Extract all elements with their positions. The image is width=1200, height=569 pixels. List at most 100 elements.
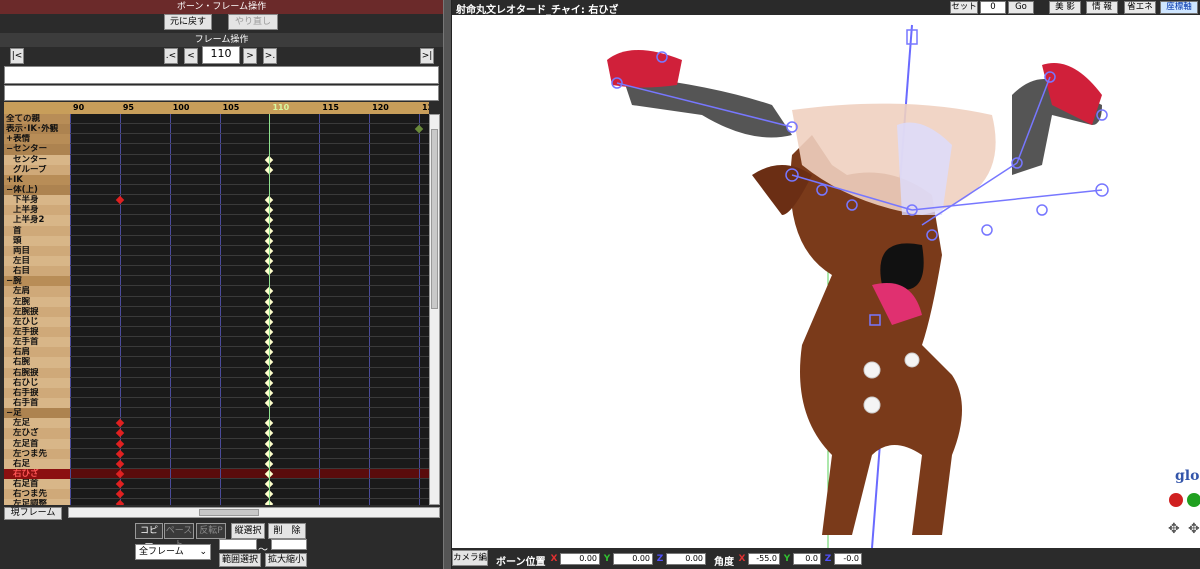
keyframe-track[interactable] [70,408,429,419]
keyframe-track[interactable] [70,255,429,267]
bone-label[interactable]: 右足首 [4,479,70,490]
timeline-row[interactable]: −腕 [4,276,429,287]
timeline-row[interactable]: 左手捩 [4,326,429,338]
timeline-row[interactable]: 首 [4,225,429,236]
keyframe-track[interactable] [70,428,429,439]
keyframe-marker-red[interactable] [115,469,125,479]
bone-label[interactable]: 左足調整 [4,499,70,505]
panel-divider[interactable] [443,0,452,569]
bone-label[interactable]: 首 [4,225,70,236]
keyframe-track[interactable] [70,184,429,196]
timeline-row[interactable]: 右ひじ [4,377,429,388]
bone-label[interactable]: グルーブ [4,164,70,175]
timeline-row[interactable]: 右手首 [4,397,429,409]
move-icon[interactable]: ✥ [1168,521,1180,537]
timeline-row[interactable]: +表情 [4,134,429,145]
timeline-row[interactable]: 左ひじ [4,316,429,327]
keyframe-track[interactable] [70,114,429,125]
prev-keyframe-button[interactable]: .< [164,48,178,64]
timeline-row[interactable]: 表示･IK･外観 [4,124,429,135]
keyframe-track[interactable] [70,337,429,348]
timeline-row[interactable]: 右足首 [4,479,429,490]
rot-z-field[interactable]: -0.0 [834,553,862,565]
bone-label[interactable]: 上半身2 [4,215,70,226]
bone-label[interactable]: 左目 [4,255,70,267]
bone-label[interactable]: +IK [4,174,70,185]
keyframe-track[interactable] [70,195,429,206]
timeline-row[interactable]: 左腕 [4,296,429,307]
timeline-row[interactable]: センター [4,154,429,165]
undo-button[interactable]: 元に戻す [164,14,212,30]
bone-label[interactable]: 右ひじ [4,377,70,388]
keyframe-marker-red[interactable] [115,479,125,489]
keyframe-track[interactable] [70,296,429,307]
timeline-row[interactable]: 全ての親 [4,114,429,125]
timeline-row[interactable]: 左肩 [4,286,429,297]
bone-label[interactable]: 左腕捩 [4,306,70,317]
redo-button[interactable]: やり直し [228,14,278,30]
bone-label[interactable]: 右腕捩 [4,367,70,378]
bone-label[interactable]: 表示･IK･外観 [4,124,70,135]
frame-number-input[interactable]: 110 [202,46,240,64]
keyframe-track[interactable] [70,458,429,469]
copy-button[interactable]: コピー [135,523,163,550]
timeline-row[interactable]: +IK [4,174,429,185]
keyframe-marker-red[interactable] [115,429,125,438]
bone-label[interactable]: 両目 [4,245,70,256]
bone-label[interactable]: −センター [4,144,70,155]
rot-y-field[interactable]: 0.0 [793,553,821,565]
bone-label[interactable]: 頭 [4,235,70,246]
delete-button[interactable]: 削 除 [268,523,306,539]
bone-label[interactable]: 左ひざ [4,428,70,439]
bone-label[interactable]: 右手首 [4,397,70,409]
bone-label[interactable]: 左肩 [4,286,70,297]
keyframe-track[interactable] [70,418,429,429]
bone-label[interactable]: 右足 [4,458,70,469]
timeline-row[interactable]: −足 [4,408,429,419]
keyframe-marker-red[interactable] [115,500,125,505]
timeline-row[interactable]: 右目 [4,266,429,277]
pos-y-field[interactable]: 0.00 [613,553,653,565]
keyframe-track[interactable] [70,326,429,338]
go-button[interactable]: Go [1008,1,1034,14]
keyframe-track[interactable] [70,245,429,256]
rotate-x-icon[interactable] [1169,493,1183,507]
keyframe-track[interactable] [70,468,429,480]
timeline-row[interactable]: 左目 [4,255,429,267]
coordinate-axis-button[interactable]: 座標軸 [1160,1,1198,14]
hscroll-thumb[interactable] [199,509,259,516]
vscroll-thumb[interactable] [431,129,438,309]
keyframe-track[interactable] [70,164,429,175]
timeline-grid[interactable]: 90 95 100 105 110 115 120 125 全ての親表示･IK･外観+表情−セ… [4,102,429,505]
paste-button[interactable]: ペースト [164,523,194,550]
keyframe-marker-red[interactable] [115,489,125,499]
keyframe-track[interactable] [70,174,429,185]
timeline-row[interactable]: 左手首 [4,337,429,348]
vertical-select-button[interactable]: 縦選択 [231,523,265,539]
keyframe-marker-green[interactable] [414,124,424,134]
timeline-vscrollbar[interactable] [429,114,440,505]
beauty-shadow-button[interactable]: 美 影 [1049,1,1081,14]
timeline-row[interactable]: 頭 [4,235,429,246]
range-dropdown[interactable]: 全フレーム ⌄ [135,544,211,560]
reverse-paste-button[interactable]: 反転P [196,523,226,539]
bone-label[interactable]: 左手首 [4,337,70,348]
range-start-input[interactable] [219,539,257,550]
keyframe-marker-red[interactable] [115,439,125,448]
bone-label[interactable]: 右ひざ [4,468,70,480]
keyframe-marker-red[interactable] [115,195,125,205]
bone-label[interactable]: センター [4,154,70,165]
bone-label[interactable]: 全ての親 [4,114,70,125]
move-icon[interactable]: ✥ [1188,521,1200,537]
keyframe-track[interactable] [70,235,429,246]
bone-label[interactable]: 左手捩 [4,326,70,338]
pos-z-field[interactable]: 0.00 [666,553,706,565]
timeline-hscrollbar[interactable] [68,507,440,518]
timeline-row[interactable]: 左足 [4,418,429,429]
current-frame-button[interactable]: 現フレーム [4,507,62,520]
keyframe-track[interactable] [70,154,429,165]
keyframe-track[interactable] [70,316,429,327]
keyframe-track[interactable] [70,499,429,505]
timeline-row[interactable]: 両目 [4,245,429,256]
timeline-row[interactable]: 右ひざ [4,468,429,480]
